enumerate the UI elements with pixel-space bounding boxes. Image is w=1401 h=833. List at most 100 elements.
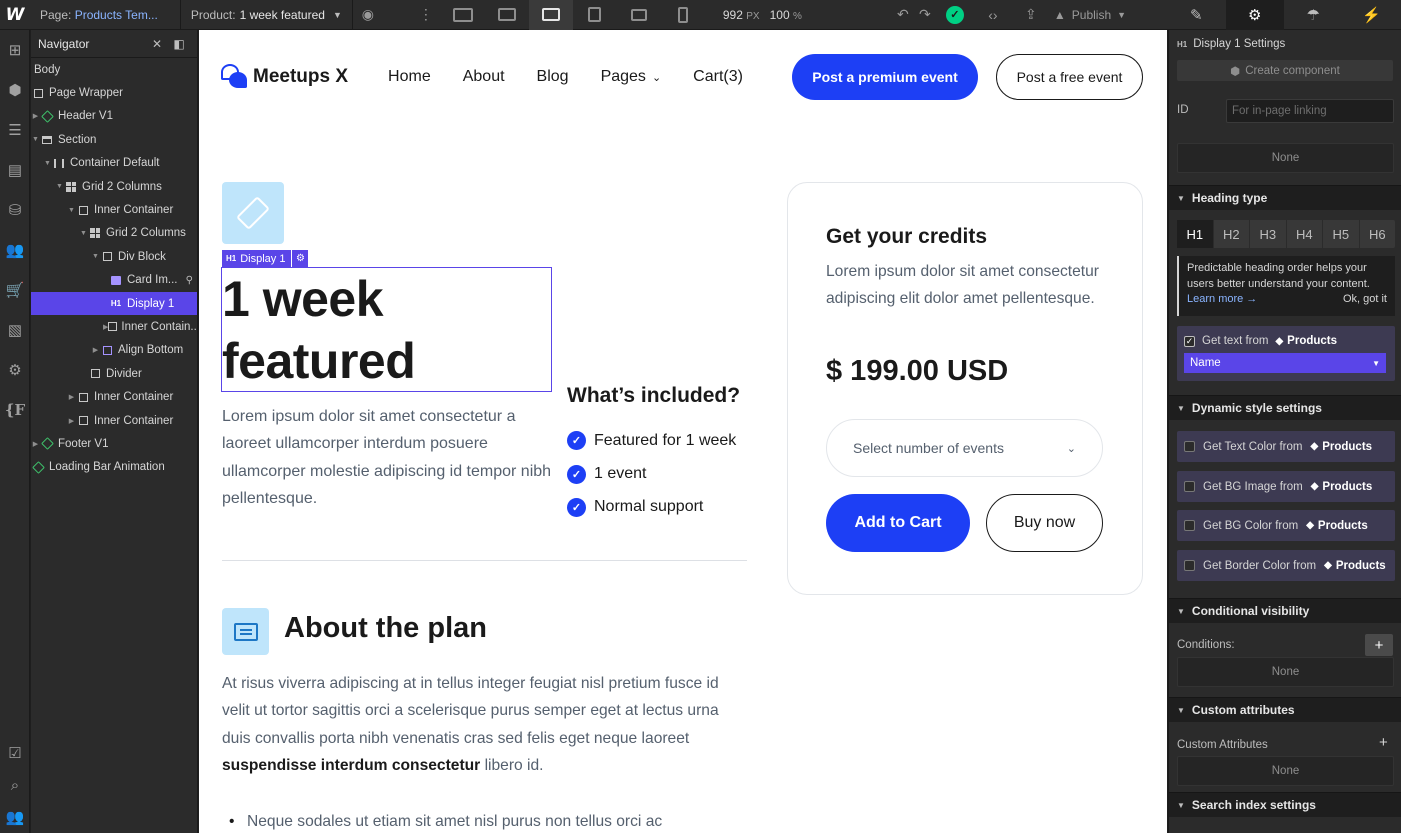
page-selector[interactable]: Page: Products Tem...: [40, 8, 158, 22]
card-description[interactable]: Lorem ipsum dolor sit amet consectetur a…: [826, 258, 1116, 313]
tree-item-align-bottom[interactable]: ▶ Align Bottom: [31, 339, 197, 362]
tree-item-inner-container-4[interactable]: ▶ Inner Container: [31, 409, 197, 432]
dock-panel-icon[interactable]: ◧: [168, 37, 190, 51]
breakpoint-base[interactable]: [528, 0, 573, 30]
expand-caret-icon[interactable]: ▶: [31, 112, 40, 120]
tree-item-loading-bar-animation[interactable]: Loading Bar Animation: [31, 456, 197, 479]
tree-item-inner-container[interactable]: ▼ Inner Container: [31, 198, 197, 221]
tree-item-grid-2-columns-inner[interactable]: ▼ Grid 2 Columns: [31, 222, 197, 245]
collapse-caret-icon[interactable]: ▼: [67, 207, 76, 214]
cms-database-icon[interactable]: ⛁: [0, 190, 30, 230]
about-bullet-item[interactable]: Neque sodales ut etiam sit amet nisl pur…: [229, 813, 747, 831]
collapse-caret-icon[interactable]: ▼: [79, 230, 88, 237]
more-options-icon[interactable]: ⋮: [411, 0, 441, 30]
included-heading[interactable]: What’s included?: [567, 384, 740, 408]
breakpoint-tablet[interactable]: [573, 0, 617, 30]
dynamic-text-color-row[interactable]: Get Text Color from ◆ Products: [1177, 431, 1395, 462]
tab-h1[interactable]: H1: [1177, 220, 1214, 248]
tree-item-header-v1[interactable]: ▶ Header V1: [31, 105, 197, 128]
tree-item-body[interactable]: Body: [31, 58, 197, 81]
publish-button[interactable]: ▲ Publish ▼: [1054, 8, 1126, 22]
selected-element-label[interactable]: H1 Display 1 ⚙: [222, 250, 309, 267]
element-settings-gear-icon[interactable]: ⚙: [292, 250, 309, 267]
redo-icon[interactable]: ↷: [910, 0, 940, 30]
section-custom-attributes[interactable]: ▼ Custom attributes: [1169, 697, 1401, 722]
section-heading-type[interactable]: ▼ Heading type: [1169, 185, 1401, 210]
tree-item-div-block[interactable]: ▼ Div Block: [31, 245, 197, 268]
learn-more-link[interactable]: Learn more →: [1187, 292, 1257, 308]
nav-link-about[interactable]: About: [463, 68, 505, 86]
pin-icon[interactable]: ⚲: [186, 275, 193, 286]
collapse-caret-icon[interactable]: ▼: [91, 253, 100, 260]
breakpoint-mobile-landscape[interactable]: [617, 0, 661, 30]
tree-item-display-1[interactable]: H1 Display 1: [31, 291, 197, 316]
get-text-checkbox[interactable]: ✓: [1184, 335, 1195, 347]
collapse-caret-icon[interactable]: ▼: [43, 160, 52, 167]
tab-h5[interactable]: H5: [1323, 220, 1360, 248]
share-icon[interactable]: ⇪: [1016, 0, 1046, 30]
tree-item-container-default[interactable]: ▼ Container Default: [31, 152, 197, 175]
add-condition-button[interactable]: +: [1365, 634, 1393, 656]
navigator-layers-icon[interactable]: ☰: [0, 110, 30, 150]
breakpoint-mobile-portrait[interactable]: [661, 0, 705, 30]
add-attribute-icon[interactable]: +: [1379, 734, 1388, 751]
section-conditional-visibility[interactable]: ▼ Conditional visibility: [1169, 598, 1401, 623]
about-plan-heading[interactable]: About the plan: [284, 612, 487, 645]
collaborators-icon[interactable]: 👥: [0, 801, 30, 833]
nav-link-blog[interactable]: Blog: [537, 68, 569, 86]
tree-item-section[interactable]: ▼ Section: [31, 128, 197, 151]
tree-item-page-wrapper[interactable]: Page Wrapper: [31, 81, 197, 104]
settings-gear-icon[interactable]: ⚙: [0, 350, 30, 390]
checkbox[interactable]: [1184, 481, 1195, 492]
audit-check-icon[interactable]: ☑: [0, 737, 30, 769]
tab-h6[interactable]: H6: [1360, 220, 1396, 248]
product-price[interactable]: $ 199.00 USD: [826, 355, 1008, 388]
tree-item-card-image[interactable]: Card Im... ⚲: [31, 269, 197, 292]
pages-icon[interactable]: ▤: [0, 150, 30, 190]
tree-item-divider[interactable]: Divider: [31, 362, 197, 385]
brand-logo[interactable]: Meetups X: [221, 64, 348, 90]
tab-h2[interactable]: H2: [1214, 220, 1250, 248]
buy-now-button[interactable]: Buy now: [986, 494, 1103, 552]
expand-caret-icon[interactable]: ▶: [67, 417, 76, 425]
assets-images-icon[interactable]: ▧: [0, 310, 30, 350]
expand-caret-icon[interactable]: ▶: [91, 346, 100, 354]
none-field[interactable]: None: [1177, 143, 1394, 173]
add-to-cart-button[interactable]: Add to Cart: [826, 494, 970, 552]
section-search-index[interactable]: ▼ Search index settings: [1169, 792, 1401, 817]
collapse-caret-icon[interactable]: ▼: [55, 183, 64, 190]
tab-h4[interactable]: H4: [1287, 220, 1323, 248]
expand-caret-icon[interactable]: ▶: [31, 440, 40, 448]
post-premium-event-button[interactable]: Post a premium event: [792, 54, 978, 100]
post-free-event-button[interactable]: Post a free event: [996, 54, 1143, 100]
variables-icon[interactable]: {F: [0, 390, 30, 430]
dynamic-bg-color-row[interactable]: Get BG Color from ◆ Products: [1177, 510, 1395, 541]
tab-h3[interactable]: H3: [1250, 220, 1287, 248]
nav-link-home[interactable]: Home: [388, 68, 431, 86]
checkbox[interactable]: [1184, 560, 1195, 571]
dynamic-bg-image-row[interactable]: Get BG Image from ◆ Products: [1177, 471, 1395, 502]
nav-dropdown-pages[interactable]: Pages ⌄: [601, 68, 662, 86]
collapse-caret-icon[interactable]: ▼: [31, 136, 40, 143]
design-canvas[interactable]: Meetups X Home About Blog Pages ⌄ Cart(3)…: [199, 30, 1167, 833]
lightning-icon[interactable]: ⚡: [1343, 0, 1401, 30]
breakpoint-large-desktop[interactable]: [441, 0, 485, 30]
status-ok-icon[interactable]: ✓: [940, 0, 970, 30]
ok-got-it-button[interactable]: Ok, got it: [1343, 292, 1387, 308]
style-brush-icon[interactable]: ✎: [1167, 0, 1226, 30]
dynamic-border-color-row[interactable]: Get Border Color from ◆ Products: [1177, 550, 1395, 581]
search-icon[interactable]: ⌕: [0, 769, 30, 801]
product-selector[interactable]: Product: 1 week featured ▼: [191, 8, 342, 22]
components-cube-icon[interactable]: ⬢: [0, 70, 30, 110]
card-image[interactable]: [222, 182, 284, 244]
nav-link-cart[interactable]: Cart(3): [693, 68, 743, 86]
collapse-icon[interactable]: ✕: [146, 37, 168, 51]
product-title-heading[interactable]: 1 week featured: [222, 268, 552, 392]
users-icon[interactable]: 👥: [0, 230, 30, 270]
id-input[interactable]: For in-page linking: [1226, 99, 1394, 123]
product-description[interactable]: Lorem ipsum dolor sit amet consectetur a…: [222, 403, 552, 512]
tree-item-inner-container-3[interactable]: ▶ Inner Container: [31, 385, 197, 408]
tree-item-footer-v1[interactable]: ▶ Footer V1: [31, 432, 197, 455]
webflow-logo-icon[interactable]: W: [0, 0, 30, 30]
breakpoint-desktop[interactable]: [485, 0, 529, 30]
